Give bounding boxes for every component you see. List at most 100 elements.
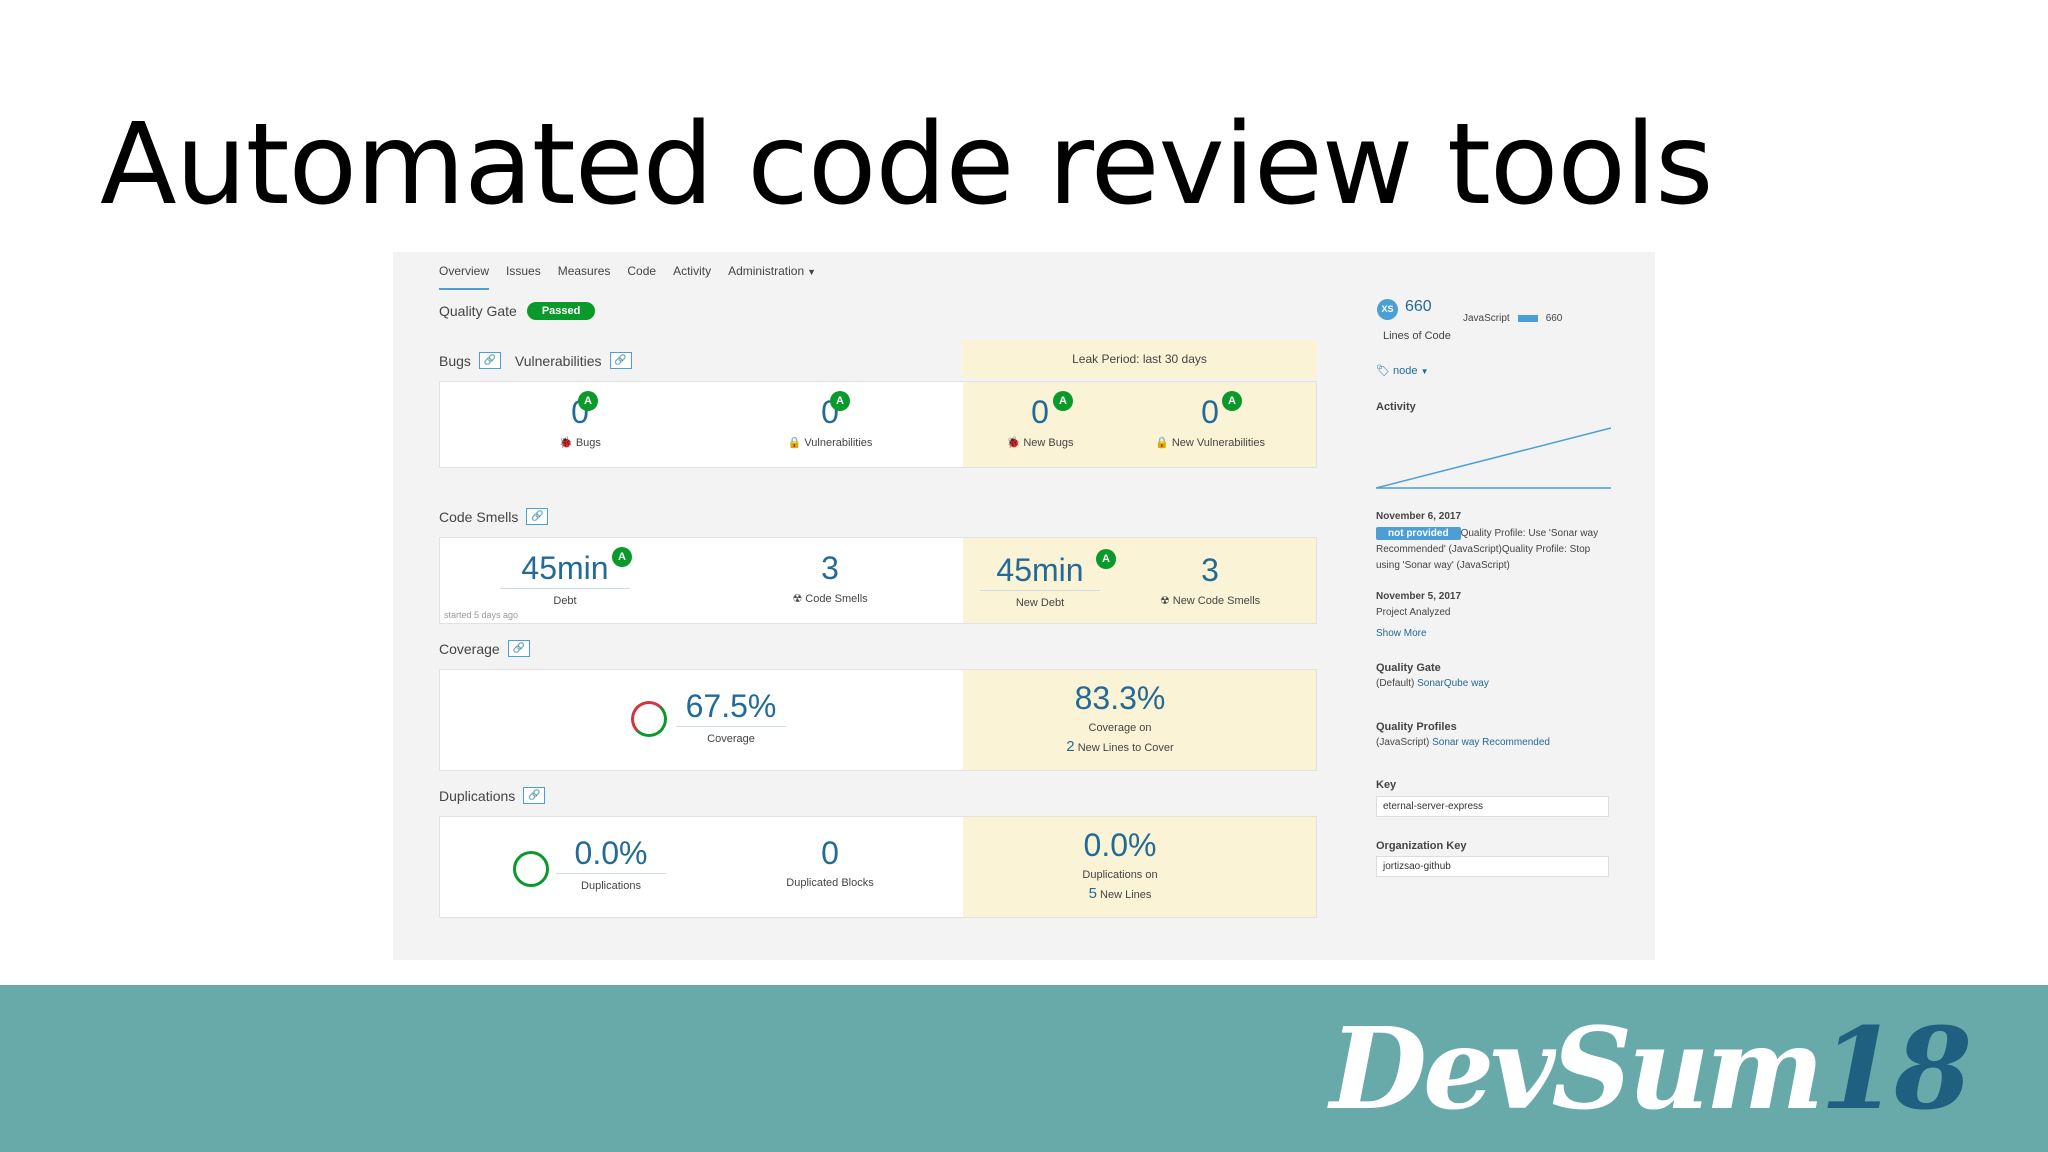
logo-word: DevSum xyxy=(1329,1004,1824,1135)
quality-profile-language: (JavaScript) xyxy=(1376,737,1430,748)
code-smells-value: 3 xyxy=(821,550,839,586)
activity-title: Activity xyxy=(1376,401,1416,413)
tab-issues[interactable]: Issues xyxy=(506,262,541,290)
lines-of-code-value[interactable]: 660 xyxy=(1405,298,1432,316)
organization-key-title: Organization Key xyxy=(1376,840,1467,852)
tab-administration[interactable]: Administration ▼ xyxy=(728,262,816,290)
code-smells-metric[interactable]: 3 ☢ Code Smells xyxy=(760,550,900,605)
tag-label: node xyxy=(1393,365,1418,377)
duplications-card: 0.0% Duplications 0 Duplicated Blocks 0.… xyxy=(439,816,1317,918)
activity-graph xyxy=(1376,427,1611,489)
duplications-donut xyxy=(513,851,549,887)
devsum-logo: DevSum18 xyxy=(1329,1000,1972,1140)
new-duplications-metric[interactable]: 0.0% Duplications on 5 New Lines xyxy=(1050,827,1190,902)
tags-dropdown[interactable]: 🏷 node ▼ xyxy=(1376,364,1429,377)
logo-year: 18 xyxy=(1820,1004,1972,1135)
new-coverage-label: Coverage on xyxy=(1088,722,1152,734)
link-icon[interactable]: 🔗 xyxy=(609,352,632,369)
new-lines-value: 5 xyxy=(1088,885,1097,902)
event2-date: November 5, 2017 xyxy=(1376,591,1462,602)
quality-gate-default: (Default) xyxy=(1376,678,1415,689)
bugs-title: Bugs xyxy=(439,352,471,369)
tab-overview[interactable]: Overview xyxy=(439,262,490,290)
code-smells-card: 45min Debt A started 5 days ago 3 ☢ Code… xyxy=(439,537,1317,624)
language-name: JavaScript xyxy=(1463,313,1510,324)
link-icon[interactable]: 🔗 xyxy=(478,352,501,369)
tab-code[interactable]: Code xyxy=(627,262,656,290)
leak-period-header: Leak Period: last 30 days xyxy=(962,340,1317,378)
bugs-card: 0 🐞 Bugs A 0 🔒 Vulnerabilities A 0 🐞 New… xyxy=(439,381,1317,468)
new-lines-to-cover-value: 2 xyxy=(1066,738,1075,755)
vulnerabilities-title: Vulnerabilities xyxy=(514,352,602,369)
link-icon[interactable]: 🔗 xyxy=(526,508,549,525)
new-vulnerabilities-metric[interactable]: 0 🔒 New Vulnerabilities xyxy=(1140,394,1280,449)
coverage-metric[interactable]: 67.5% Coverage xyxy=(676,688,786,745)
debt-metric[interactable]: 45min Debt xyxy=(500,550,630,607)
duplications-section-title: Duplications 🔗 xyxy=(439,787,546,804)
new-code-smells-label: New Code Smells xyxy=(1172,595,1261,607)
code-smells-label: Code Smells xyxy=(805,593,868,605)
new-duplications-value: 0.0% xyxy=(1083,827,1157,863)
coverage-label: Coverage xyxy=(707,733,755,745)
new-code-smells-value: 3 xyxy=(1201,552,1219,588)
sonarqube-screenshot: Overview Issues Measures Code Activity A… xyxy=(393,252,1655,960)
new-debt-metric[interactable]: 45min New Debt xyxy=(980,552,1100,609)
project-nav: Overview Issues Measures Code Activity A… xyxy=(439,262,816,290)
slide-title: Automated code review tools xyxy=(100,100,1713,230)
quality-gate-label: Quality Gate xyxy=(439,303,517,319)
language-bar xyxy=(1517,315,1538,322)
organization-key-field[interactable]: jortizsao-github xyxy=(1376,856,1609,877)
new-bugs-metric[interactable]: 0 🐞 New Bugs xyxy=(985,394,1095,449)
link-icon[interactable]: 🔗 xyxy=(523,787,546,804)
duplicated-blocks-value: 0 xyxy=(821,835,839,871)
duplications-value: 0.0% xyxy=(556,835,666,874)
quality-gate-status-badge: Passed xyxy=(526,302,596,320)
new-duplications-label: Duplications on xyxy=(1082,869,1158,881)
smell-icon: ☢ xyxy=(1159,595,1173,607)
debt-label: Debt xyxy=(553,595,577,607)
project-key-field[interactable]: eternal-server-express xyxy=(1376,796,1609,817)
new-bugs-label: New Bugs xyxy=(1023,437,1074,449)
new-lines-to-cover-label: New Lines to Cover xyxy=(1077,742,1174,754)
new-code-smells-metric[interactable]: 3 ☢ New Code Smells xyxy=(1140,552,1280,607)
debt-rating-badge: A xyxy=(612,547,632,567)
version-badge: not provided xyxy=(1376,527,1461,540)
chevron-down-icon: ▼ xyxy=(807,267,817,277)
duplications-title: Duplications xyxy=(439,787,516,804)
event1-date: November 6, 2017 xyxy=(1376,511,1462,522)
quality-gate-row: Quality Gate Passed xyxy=(439,302,596,320)
bugs-section-title: Bugs 🔗 Vulnerabilities 🔗 xyxy=(439,352,632,369)
bugs-rating-badge: A xyxy=(578,391,598,411)
new-vulnerabilities-label: New Vulnerabilities xyxy=(1171,437,1265,449)
new-debt-label: New Debt xyxy=(1015,597,1065,609)
code-smells-title: Code Smells xyxy=(439,508,519,525)
event1-description: not provided Quality Profile: Use 'Sonar … xyxy=(1376,526,1616,574)
key-title: Key xyxy=(1376,779,1397,791)
project-sidebar: XS 660 Lines of Code JavaScript 660 🏷 no… xyxy=(1353,252,1643,960)
bug-icon: 🐞 xyxy=(559,437,576,449)
duplicated-blocks-label: Duplicated Blocks xyxy=(786,877,874,889)
show-more-link[interactable]: Show More xyxy=(1376,626,1427,642)
new-debt-value: 45min xyxy=(980,552,1100,591)
link-icon[interactable]: 🔗 xyxy=(507,640,530,657)
new-bugs-value: 0 xyxy=(1031,394,1049,430)
quality-profile-link[interactable]: Sonar way Recommended xyxy=(1432,737,1550,748)
code-smells-section-title: Code Smells 🔗 xyxy=(439,508,549,525)
lines-of-code-label: Lines of Code xyxy=(1383,330,1451,342)
duplications-metric[interactable]: 0.0% Duplications xyxy=(556,835,666,892)
quality-gate-link[interactable]: SonarQube way xyxy=(1417,678,1489,689)
duplicated-blocks-metric[interactable]: 0 Duplicated Blocks xyxy=(760,835,900,889)
new-coverage-value: 83.3% xyxy=(1074,680,1166,716)
activity-line xyxy=(1376,427,1611,489)
quality-profiles-title: Quality Profiles xyxy=(1376,721,1457,733)
tab-measures[interactable]: Measures xyxy=(558,262,611,290)
new-coverage-metric[interactable]: 83.3% Coverage on 2 New Lines to Cover xyxy=(1040,680,1200,755)
quality-profiles-row: (JavaScript) Sonar way Recommended xyxy=(1376,735,1550,751)
tab-activity[interactable]: Activity xyxy=(673,262,711,290)
coverage-section-title: Coverage 🔗 xyxy=(439,640,530,657)
event2-text: Project Analyzed xyxy=(1376,607,1451,618)
vulnerabilities-label: Vulnerabilities xyxy=(804,437,873,449)
language-distribution: JavaScript 660 xyxy=(1463,313,1562,324)
coverage-card: 67.5% Coverage 83.3% Coverage on 2 New L… xyxy=(439,669,1317,771)
language-value: 660 xyxy=(1545,313,1563,324)
